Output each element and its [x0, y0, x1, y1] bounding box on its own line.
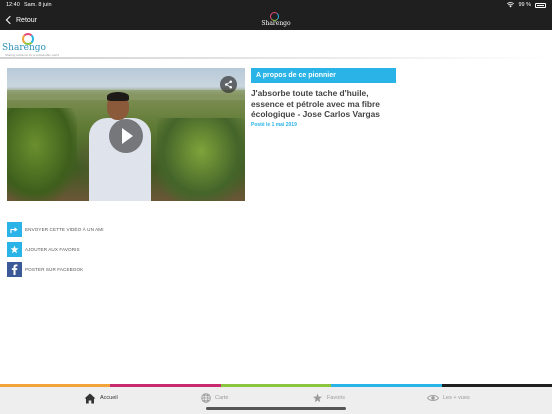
globe-icon [201, 393, 211, 403]
chevron-left-icon [5, 15, 15, 25]
add-to-favorites-button[interactable]: AJOUTER AUX FAVORIS [7, 242, 80, 257]
video-person-hair [107, 92, 129, 101]
nav-logo: Sharengo [258, 12, 294, 28]
play-button[interactable] [109, 119, 143, 153]
post-on-facebook-button[interactable]: POSTER SUR FACEBOOK [7, 262, 83, 277]
tab-home-label: Accueil [100, 395, 118, 401]
eye-icon [427, 395, 439, 401]
posted-date: Posté le 1 mai 2019 [251, 122, 297, 128]
brand-logo-text: Sharengo [2, 43, 46, 53]
home-icon [84, 393, 96, 403]
facebook-icon [7, 262, 22, 277]
home-indicator [206, 407, 346, 410]
share-icon [224, 80, 233, 89]
battery-icon [535, 2, 546, 8]
tab-most-viewed-label: Les + vues [443, 395, 470, 401]
tab-favorites-label: Favoris [327, 395, 346, 401]
tab-home[interactable]: Accueil [84, 392, 118, 404]
post-facebook-label: POSTER SUR FACEBOOK [25, 267, 84, 272]
status-date: Sam. 8 juin [24, 2, 52, 8]
nav-logo-text: Sharengo [261, 20, 291, 27]
about-title: J'absorbe toute tache d'huile, essence e… [251, 88, 380, 119]
back-button[interactable]: Retour [5, 14, 37, 26]
about-header: A propos de ce pionnier [251, 68, 396, 83]
tab-map-label: Carte [215, 395, 229, 401]
status-indicators: 99 % [507, 2, 546, 8]
wifi-icon [507, 2, 515, 8]
add-favorites-label: AJOUTER AUX FAVORIS [25, 247, 80, 252]
share-arrow-icon [7, 222, 22, 237]
tab-map[interactable]: Carte [201, 392, 228, 404]
send-video-to-friend-button[interactable]: ENVOYER CETTE VIDÉO À UN AMI [7, 222, 104, 237]
send-video-label: ENVOYER CETTE VIDÉO À UN AMI [25, 227, 104, 232]
star-icon [313, 393, 322, 403]
header-divider [0, 57, 552, 59]
star-icon [7, 242, 22, 257]
video-share-button[interactable] [220, 76, 237, 93]
video-plant-left [7, 108, 77, 201]
back-button-label: Retour [16, 16, 38, 24]
status-time: 12:40 [6, 2, 20, 8]
video-plant-right [157, 118, 245, 201]
video-player[interactable] [7, 68, 245, 201]
tab-favorites[interactable]: Favoris [312, 392, 345, 404]
top-navigation-bar: 12:40 Sam. 8 juin 99 % Retour Sharengo [0, 0, 552, 30]
tab-most-viewed[interactable]: Les + vues [427, 392, 470, 404]
battery-percent: 99 % [518, 2, 531, 8]
brand-logo: Sharengo Sharing solutions for a sustain… [2, 33, 60, 57]
